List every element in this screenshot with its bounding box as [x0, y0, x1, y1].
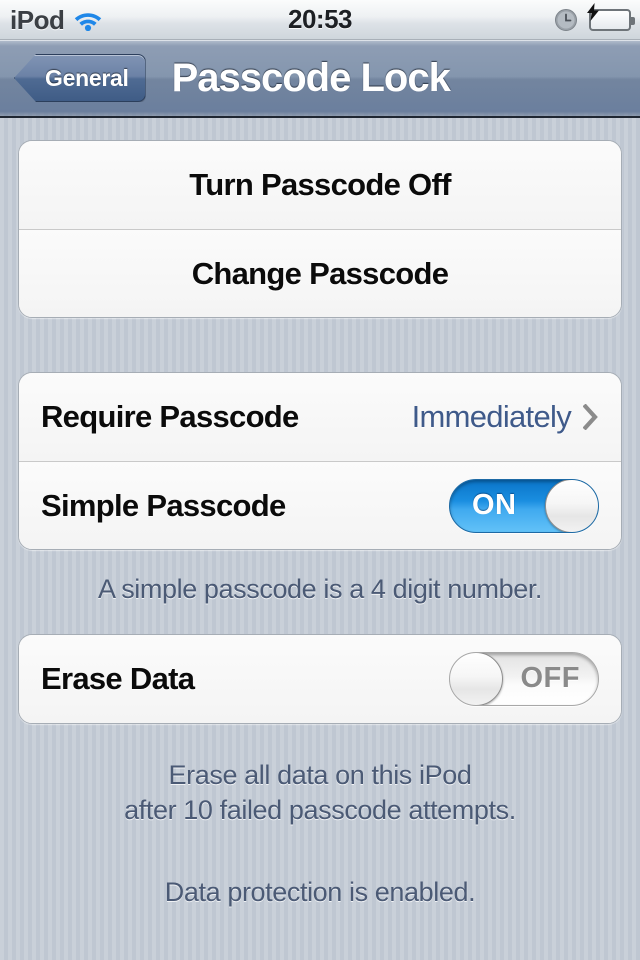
simple-passcode-toggle[interactable]: ON: [449, 478, 599, 533]
passcode-actions-group: Turn Passcode Off Change Passcode: [18, 140, 622, 318]
simple-passcode-footer: A simple passcode is a 4 digit number.: [97, 574, 543, 604]
status-bar-time: 20:53: [288, 4, 353, 34]
toggle-knob: [545, 479, 598, 532]
chevron-right-icon: [582, 403, 599, 431]
passcode-options-group: Require Passcode Immediately Simple Pass…: [18, 372, 622, 550]
change-passcode-label: Change Passcode: [191, 255, 449, 291]
turn-passcode-off-label: Turn Passcode Off: [189, 167, 451, 202]
simple-passcode-control: ON: [449, 478, 599, 533]
erase-data-toggle[interactable]: OFF: [449, 651, 599, 706]
erase-data-footer-line-1: Erase all data on this iPod: [168, 759, 472, 790]
status-bar: iPod 20:53: [0, 0, 640, 40]
data-protection-footer: Data protection is enabled.: [164, 876, 476, 907]
erase-data-footer: Erase all data on this iPod after 10 fai…: [18, 758, 622, 829]
back-button-general[interactable]: General: [14, 54, 146, 102]
battery-charging-icon: [586, 3, 635, 31]
page-title: Passcode Lock: [171, 55, 451, 100]
back-button-label: General: [45, 64, 129, 91]
require-passcode-value: Immediately: [411, 399, 572, 434]
row-change-passcode[interactable]: Change Passcode: [19, 229, 621, 317]
erase-data-label: Erase Data: [41, 660, 195, 696]
device-screen: iPod 20:53 General Passcode Lock Turn Pa…: [0, 0, 640, 960]
require-passcode-accessory: Immediately: [412, 399, 599, 435]
navigation-bar: General Passcode Lock: [0, 40, 640, 118]
row-simple-passcode[interactable]: Simple Passcode ON: [19, 461, 621, 549]
erase-data-control: OFF: [449, 651, 599, 706]
row-turn-passcode-off[interactable]: Turn Passcode Off: [19, 141, 621, 229]
toggle-knob: [450, 652, 503, 705]
row-require-passcode[interactable]: Require Passcode Immediately: [19, 373, 621, 461]
row-erase-data[interactable]: Erase Data OFF: [19, 634, 621, 723]
simple-passcode-label: Simple Passcode: [41, 487, 286, 523]
erase-data-group: Erase Data OFF: [18, 633, 622, 724]
require-passcode-label: Require Passcode: [41, 399, 299, 434]
erase-data-toggle-state: OFF: [520, 662, 580, 695]
erase-data-footer-line-2: after 10 failed passcode attempts.: [124, 795, 516, 826]
simple-passcode-toggle-state: ON: [472, 489, 517, 521]
settings-content: Turn Passcode Off Change Passcode Requir…: [0, 140, 640, 911]
